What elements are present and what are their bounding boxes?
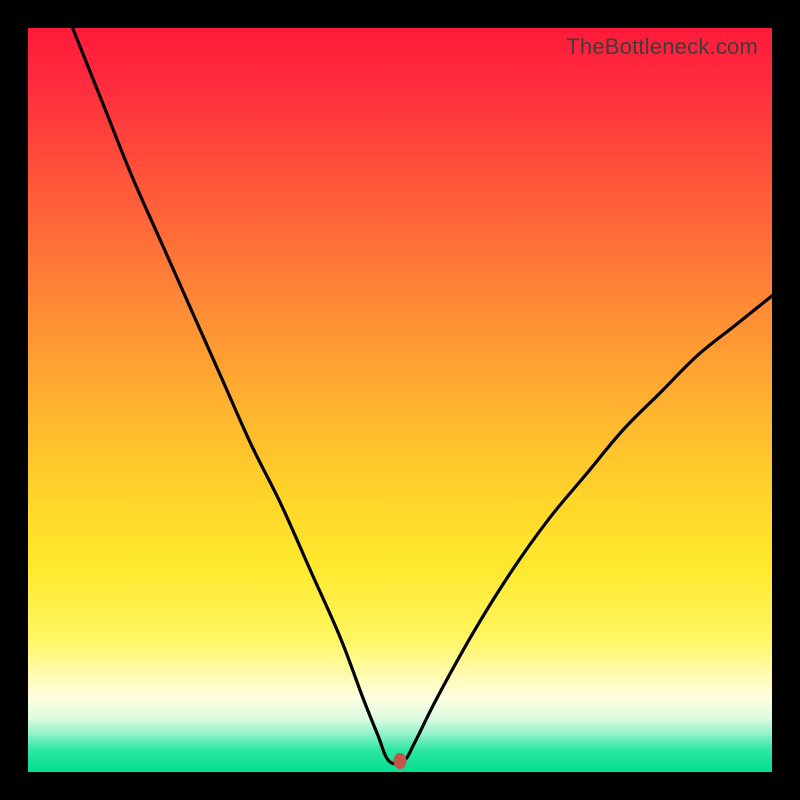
bottleneck-curve-path [73,28,772,764]
min-marker [394,753,407,769]
plot-area: TheBottleneck.com [28,28,772,772]
curve-svg [28,28,772,772]
chart-frame: TheBottleneck.com [0,0,800,800]
